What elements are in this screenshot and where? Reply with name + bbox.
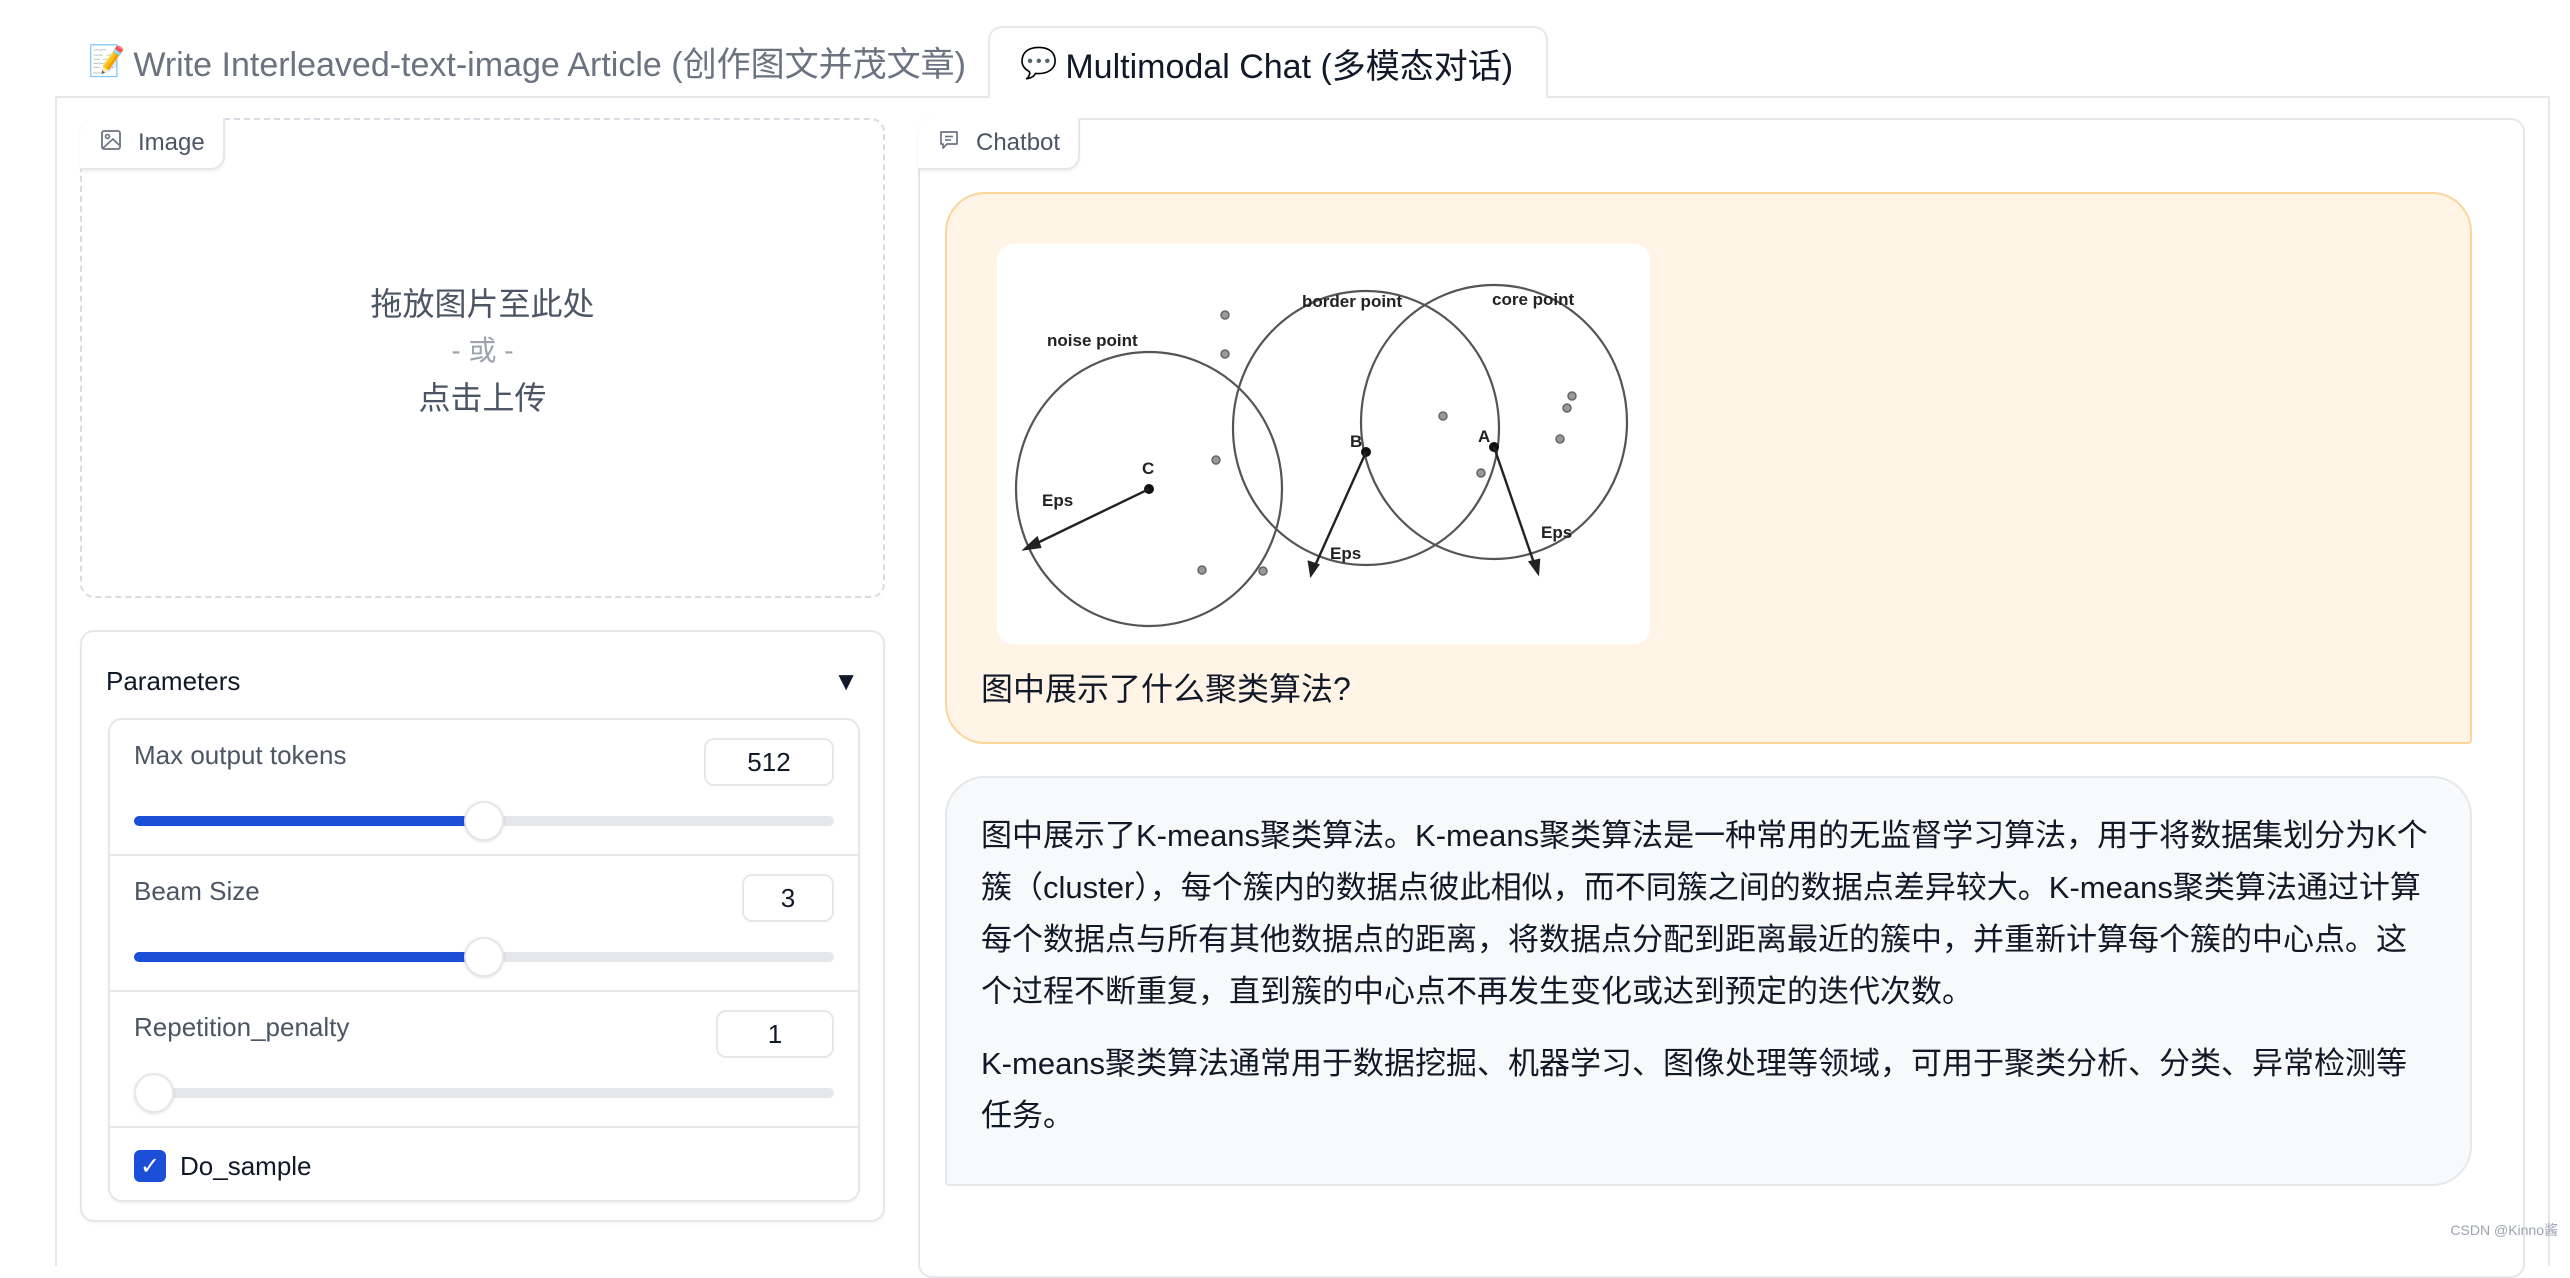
- dbscan-diagram: noise point border point core point C B …: [1014, 283, 1629, 628]
- data-point: [1562, 403, 1572, 413]
- click-upload-text: 点击上传: [418, 380, 547, 416]
- image-label-text: Image: [138, 129, 205, 156]
- data-point: [1220, 349, 1230, 359]
- noise-point-label: noise point: [1047, 331, 1138, 350]
- max-output-tokens-label: Max output tokens: [134, 740, 347, 770]
- chat-icon: [938, 129, 960, 158]
- eps-label-b: Eps: [1330, 544, 1361, 563]
- bot-message-paragraph: K-means聚类算法通常用于数据挖掘、机器学习、图像处理等领域，可用于聚类分析…: [981, 1046, 2408, 1133]
- image-icon: [100, 129, 122, 158]
- triangle-down-icon[interactable]: ▼: [833, 666, 859, 697]
- bot-message-paragraph: 图中展示了K-means聚类算法。K-means聚类算法是一种常用的无监督学习算…: [981, 818, 2428, 1009]
- repetition-penalty-input[interactable]: [716, 1010, 834, 1058]
- tab-label: Write Interleaved-text-image Article (创作…: [133, 46, 966, 84]
- tab-bar: 📝 Write Interleaved-text-image Article (…: [0, 0, 2570, 98]
- parameters-accordion: Parameters ▼ Max output tokens Beam Size…: [80, 630, 885, 1222]
- b-label: B: [1350, 432, 1362, 451]
- data-point: [1258, 566, 1268, 576]
- user-message: noise point border point core point C B …: [945, 192, 2472, 744]
- border-point-label: border point: [1302, 292, 1402, 311]
- drop-text: 拖放图片至此处: [370, 286, 595, 322]
- parameters-title: Parameters: [106, 665, 241, 696]
- user-uploaded-image[interactable]: noise point border point core point C B …: [997, 244, 1650, 644]
- parameters-form: Max output tokens Beam Size Repetition_p…: [108, 718, 860, 1202]
- chatbot-block-label: Chatbot: [918, 118, 1081, 170]
- data-point: [1211, 455, 1221, 465]
- beam-size-row: Beam Size: [110, 856, 858, 992]
- user-message-text: 图中展示了什么聚类算法?: [981, 671, 1351, 707]
- slider-thumb[interactable]: [464, 937, 504, 977]
- data-point: [1438, 411, 1448, 421]
- image-block-label: Image: [80, 118, 225, 170]
- repetition-penalty-slider[interactable]: [134, 1073, 834, 1113]
- eps-label-a: Eps: [1541, 523, 1572, 542]
- or-text: - 或 -: [451, 335, 514, 366]
- c-label: C: [1142, 459, 1154, 478]
- repetition-penalty-label: Repetition_penalty: [134, 1012, 350, 1042]
- repetition-penalty-row: Repetition_penalty: [110, 992, 858, 1128]
- do-sample-checkbox[interactable]: ✓: [134, 1150, 166, 1182]
- chatbot-panel: Chatbot noise point border point core po…: [918, 118, 2525, 1278]
- beam-size-label: Beam Size: [134, 876, 260, 906]
- core-point-label: core point: [1492, 290, 1575, 309]
- max-output-tokens-row: Max output tokens: [110, 720, 858, 856]
- eps-label-c: Eps: [1042, 491, 1073, 510]
- speech-bubble-icon: 💬: [1020, 46, 1058, 80]
- image-upload-dropzone[interactable]: Image 拖放图片至此处 - 或 - 点击上传: [80, 118, 885, 598]
- beam-size-slider[interactable]: [134, 937, 834, 977]
- slider-fill: [134, 816, 484, 826]
- data-point: [1555, 434, 1565, 444]
- slider-fill: [134, 952, 484, 962]
- border-circle: [1231, 289, 1501, 567]
- do-sample-checkbox-row[interactable]: ✓ Do_sample: [110, 1128, 858, 1200]
- eps-arrow-a: [1492, 446, 1537, 567]
- max-output-tokens-input[interactable]: [704, 738, 834, 786]
- watermark: CSDN @Kinno酱: [2450, 1222, 2558, 1238]
- max-output-tokens-slider[interactable]: [134, 801, 834, 841]
- memo-pencil-icon: 📝: [88, 45, 126, 78]
- upload-instructions: 拖放图片至此处 - 或 - 点击上传: [82, 280, 883, 422]
- slider-thumb[interactable]: [464, 801, 504, 841]
- data-point: [1220, 310, 1230, 320]
- a-label: A: [1478, 427, 1490, 446]
- core-circle: [1359, 283, 1629, 561]
- slider-thumb[interactable]: [134, 1073, 174, 1113]
- tab-multimodal-chat[interactable]: 💬 Multimodal Chat (多模态对话): [988, 26, 1548, 98]
- beam-size-input[interactable]: [742, 874, 834, 922]
- tab-write-article[interactable]: 📝 Write Interleaved-text-image Article (…: [58, 26, 996, 97]
- data-point: [1476, 468, 1486, 478]
- data-point: [1197, 565, 1207, 575]
- do-sample-label: Do_sample: [180, 1150, 312, 1181]
- parameters-header[interactable]: Parameters ▼: [106, 656, 859, 706]
- data-point: [1567, 391, 1577, 401]
- tab-label: Multimodal Chat (多模态对话): [1065, 47, 1514, 86]
- chatbot-label-text: Chatbot: [976, 129, 1061, 156]
- bot-message: 图中展示了K-means聚类算法。K-means聚类算法是一种常用的无监督学习算…: [945, 776, 2472, 1186]
